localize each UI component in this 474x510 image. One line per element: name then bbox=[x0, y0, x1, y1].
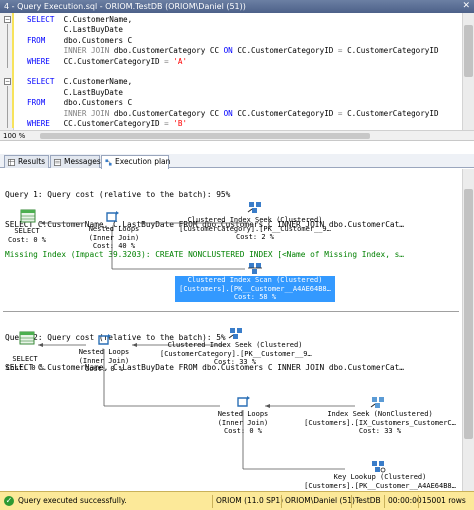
status-server: ORIOM (11.0 SP1) bbox=[216, 496, 284, 505]
q2-clustered-index-seek-node[interactable]: Clustered Index Seek (Clustered) [Custom… bbox=[160, 341, 312, 367]
editor-horizontal-scrollbar[interactable] bbox=[40, 133, 370, 139]
select-operator-icon[interactable] bbox=[19, 331, 35, 345]
code-token: C.CustomerCategoryID bbox=[347, 108, 439, 118]
status-database: TestDB bbox=[355, 496, 381, 505]
query-editor[interactable]: − − SELECT C.CustomerName, C.LastBuyDate… bbox=[0, 13, 474, 141]
plan-vertical-scrollbar[interactable] bbox=[462, 169, 474, 491]
code-line[interactable]: INNER JOIN dbo.CustomerCategory CC ON CC… bbox=[27, 46, 439, 56]
code-token: CC.CustomerCategoryID bbox=[237, 46, 338, 56]
nested-loops-icon[interactable] bbox=[96, 333, 112, 347]
status-bar: ✓ Query executed successfully. ORIOM (11… bbox=[0, 491, 474, 510]
q1-select-node[interactable]: SELECT Cost: 0 % bbox=[6, 227, 48, 244]
q2-nested-loops-node-1[interactable]: Nested Loops (Inner Join) Cost: 0 % bbox=[74, 348, 134, 374]
code-token: C.CustomerCategoryID bbox=[347, 46, 439, 56]
code-token: CC.CustomerCategoryID bbox=[63, 118, 165, 128]
close-icon[interactable]: ✕ bbox=[462, 0, 470, 13]
zoom-level[interactable]: 100 % bbox=[3, 132, 25, 140]
code-token: C.LastBuyDate bbox=[27, 25, 124, 35]
code-token: 'A' bbox=[173, 56, 188, 66]
code-token: dbo.Customers C bbox=[63, 35, 133, 45]
code-line[interactable]: C.LastBuyDate bbox=[27, 25, 439, 35]
code-line[interactable]: FROM dbo.Customers C bbox=[27, 98, 439, 108]
sql-code[interactable]: SELECT C.CustomerName, C.LastBuyDate FROM… bbox=[27, 15, 439, 129]
execution-plan-icon bbox=[105, 159, 112, 166]
clustered-index-seek-icon[interactable] bbox=[247, 200, 263, 214]
messages-icon bbox=[54, 159, 61, 166]
code-token: 'B' bbox=[173, 118, 188, 128]
code-token: INNER JOIN bbox=[27, 108, 114, 118]
status-elapsed-time: 00:00:00 bbox=[388, 496, 422, 505]
nested-loops-icon[interactable] bbox=[104, 210, 120, 224]
code-line[interactable]: WHERE CC.CustomerCategoryID = 'B' bbox=[27, 119, 439, 129]
nested-loops-icon[interactable] bbox=[235, 395, 251, 409]
code-token: CC.CustomerCategoryID bbox=[63, 56, 165, 66]
status-row-count: 15001 rows bbox=[422, 496, 466, 505]
code-token: = bbox=[337, 46, 348, 56]
code-token: FROM bbox=[27, 35, 64, 45]
tab-execution-plan[interactable]: Execution plan bbox=[101, 155, 171, 169]
code-token: SELECT bbox=[27, 15, 64, 24]
code-token: = bbox=[164, 118, 174, 128]
q1-clustered-index-scan-node[interactable]: Clustered Index Scan (Clustered) [Custom… bbox=[175, 276, 335, 302]
execution-plan-pane[interactable]: Query 1: Query cost (relative to the bat… bbox=[0, 169, 474, 491]
code-line[interactable]: SELECT C.CustomerName, bbox=[27, 77, 439, 87]
status-user: ORIOM\Daniel (51) bbox=[285, 496, 355, 505]
tab-label: Messages bbox=[64, 157, 101, 166]
q2-index-seek-node[interactable]: Index Seek (NonClustered) [Customers].[I… bbox=[300, 410, 460, 436]
code-token: C.LastBuyDate bbox=[27, 87, 124, 97]
q2-nested-loops-node-2[interactable]: Nested Loops (Inner Join) Cost: 0 % bbox=[213, 410, 273, 436]
code-token: C.CustomerName, bbox=[63, 77, 133, 87]
code-token: ON bbox=[223, 108, 238, 118]
editor-vertical-scrollbar[interactable] bbox=[462, 13, 474, 131]
code-token: CC.CustomerCategoryID bbox=[237, 108, 338, 118]
index-seek-icon[interactable] bbox=[370, 395, 386, 409]
document-tab-title[interactable]: 4 - Query Execution.sql - ORIOM.TestDB (… bbox=[0, 0, 474, 13]
code-line[interactable]: FROM dbo.Customers C bbox=[27, 36, 439, 46]
clustered-index-scan-icon[interactable] bbox=[247, 261, 263, 275]
tab-label: Execution plan bbox=[115, 157, 171, 166]
code-line[interactable] bbox=[27, 67, 439, 77]
code-line[interactable]: SELECT C.CustomerName, bbox=[27, 15, 439, 25]
change-indicator-bar bbox=[12, 13, 14, 128]
q1-nested-loops-node[interactable]: Nested Loops (Inner Join) Cost: 40 % bbox=[84, 225, 144, 251]
window-title: 4 - Query Execution.sql - ORIOM.TestDB (… bbox=[4, 2, 246, 11]
tab-messages[interactable]: Messages bbox=[50, 155, 101, 168]
collapse-icon[interactable]: − bbox=[4, 78, 11, 85]
code-token: SELECT bbox=[27, 77, 64, 87]
tab-label: Results bbox=[18, 157, 46, 166]
code-line[interactable]: C.LastBuyDate bbox=[27, 88, 439, 98]
code-line[interactable]: INNER JOIN dbo.CustomerCategory CC ON CC… bbox=[27, 109, 439, 119]
success-check-icon: ✓ bbox=[4, 496, 14, 506]
code-token: dbo.CustomerCategory CC bbox=[113, 108, 224, 118]
q2-key-lookup-node[interactable]: Key Lookup (Clustered) [Customers].[PK__… bbox=[300, 473, 460, 490]
code-token: WHERE bbox=[27, 56, 64, 66]
key-lookup-icon[interactable] bbox=[370, 459, 386, 473]
results-tabs: Results Messages Execution plan bbox=[0, 154, 474, 169]
code-token: = bbox=[164, 56, 174, 66]
code-token: FROM bbox=[27, 98, 64, 108]
code-token: C.CustomerName, bbox=[63, 15, 133, 24]
clustered-index-seek-icon[interactable] bbox=[228, 326, 244, 340]
code-token: dbo.Customers C bbox=[63, 98, 133, 108]
code-token: INNER JOIN bbox=[27, 46, 114, 56]
collapse-icon[interactable]: − bbox=[4, 16, 11, 23]
zoom-bar: 100 % bbox=[0, 130, 474, 140]
results-grid-icon bbox=[8, 159, 15, 166]
code-token: WHERE bbox=[27, 118, 64, 128]
status-message: Query executed successfully. bbox=[18, 496, 127, 505]
code-token: ON bbox=[223, 46, 238, 56]
select-operator-icon[interactable] bbox=[20, 209, 36, 223]
editor-gutter: − − bbox=[0, 13, 14, 140]
code-token: dbo.CustomerCategory CC bbox=[113, 46, 224, 56]
code-token: = bbox=[337, 108, 348, 118]
code-line[interactable]: WHERE CC.CustomerCategoryID = 'A' bbox=[27, 57, 439, 67]
tab-results[interactable]: Results bbox=[4, 155, 49, 168]
q2-select-node[interactable]: SELECT Cost: 0 % bbox=[4, 355, 46, 372]
q1-clustered-index-seek-node[interactable]: Clustered Index Seek (Clustered) [Custom… bbox=[175, 216, 335, 242]
